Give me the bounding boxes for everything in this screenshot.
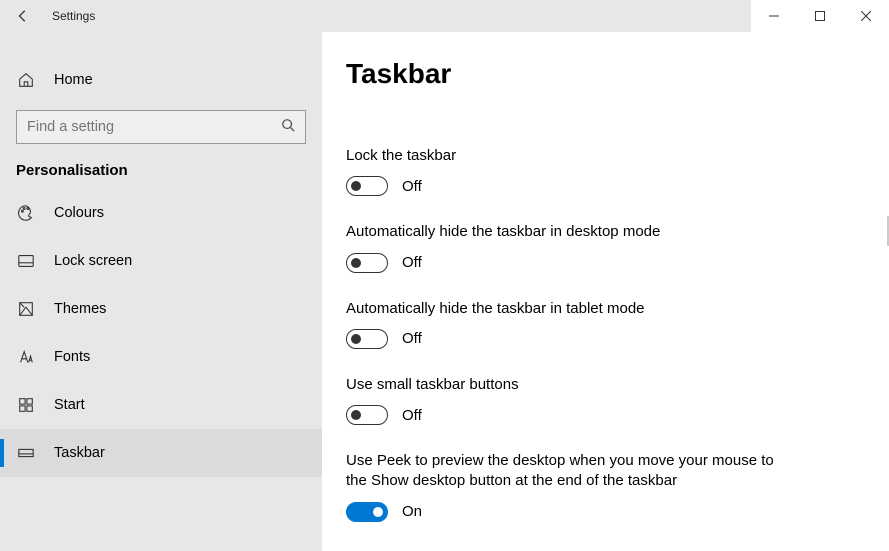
search-box[interactable] (16, 110, 306, 144)
sidebar-item-lockscreen[interactable]: Lock screen (0, 237, 322, 285)
setting-label: Use small taskbar buttons (346, 375, 786, 395)
titlebar: Settings (0, 0, 889, 32)
sidebar-item-label: Colours (54, 205, 104, 221)
search-icon (281, 118, 295, 137)
themes-icon (16, 299, 36, 319)
taskbar-icon (16, 443, 36, 463)
sidebar-item-fonts[interactable]: Fonts (0, 333, 322, 381)
page-title: Taskbar (346, 58, 849, 90)
fonts-icon (16, 347, 36, 367)
sidebar-home-label: Home (54, 72, 93, 88)
minimize-button[interactable] (751, 0, 797, 32)
sidebar-home[interactable]: Home (0, 56, 322, 104)
setting-small-buttons: Use small taskbar buttons Off (346, 375, 786, 425)
setting-peek: Use Peek to preview the desktop when you… (346, 451, 786, 522)
setting-label: Automatically hide the taskbar in deskto… (346, 222, 786, 242)
toggle-state: Off (402, 254, 422, 271)
maximize-button[interactable] (797, 0, 843, 32)
sidebar-item-label: Taskbar (54, 445, 105, 461)
setting-powershell: Replace Command Prompt with Windows Powe… (346, 548, 786, 551)
start-icon (16, 395, 36, 415)
toggle-peek[interactable] (346, 502, 388, 522)
sidebar-item-themes[interactable]: Themes (0, 285, 322, 333)
sidebar: Home Personalisation Colours Lock screen (0, 32, 322, 551)
toggle-state: Off (402, 407, 422, 424)
sidebar-item-label: Themes (54, 301, 106, 317)
setting-label: Automatically hide the taskbar in tablet… (346, 299, 786, 319)
palette-icon (16, 203, 36, 223)
back-button[interactable] (0, 0, 46, 32)
setting-label: Use Peek to preview the desktop when you… (346, 451, 786, 492)
setting-autohide-desktop: Automatically hide the taskbar in deskto… (346, 222, 786, 272)
sidebar-item-start[interactable]: Start (0, 381, 322, 429)
toggle-small-buttons[interactable] (346, 405, 388, 425)
sidebar-item-taskbar[interactable]: Taskbar (0, 429, 322, 477)
setting-lock-taskbar: Lock the taskbar Off (346, 146, 786, 196)
toggle-autohide-tablet[interactable] (346, 329, 388, 349)
setting-label: Replace Command Prompt with Windows Powe… (346, 548, 786, 551)
sidebar-item-colours[interactable]: Colours (0, 189, 322, 237)
sidebar-item-label: Fonts (54, 349, 90, 365)
toggle-autohide-desktop[interactable] (346, 253, 388, 273)
setting-label: Lock the taskbar (346, 146, 786, 166)
home-icon (16, 70, 36, 90)
lockscreen-icon (16, 251, 36, 271)
toggle-state: Off (402, 330, 422, 347)
content-area: Taskbar Lock the taskbar Off Automatical… (322, 32, 889, 551)
sidebar-item-label: Lock screen (54, 253, 132, 269)
setting-autohide-tablet: Automatically hide the taskbar in tablet… (346, 299, 786, 349)
toggle-state: On (402, 503, 422, 520)
toggle-lock-taskbar[interactable] (346, 176, 388, 196)
sidebar-section-header: Personalisation (0, 144, 322, 189)
toggle-state: Off (402, 178, 422, 195)
search-input[interactable] (27, 119, 281, 135)
close-button[interactable] (843, 0, 889, 32)
window-title: Settings (52, 9, 95, 23)
sidebar-item-label: Start (54, 397, 85, 413)
